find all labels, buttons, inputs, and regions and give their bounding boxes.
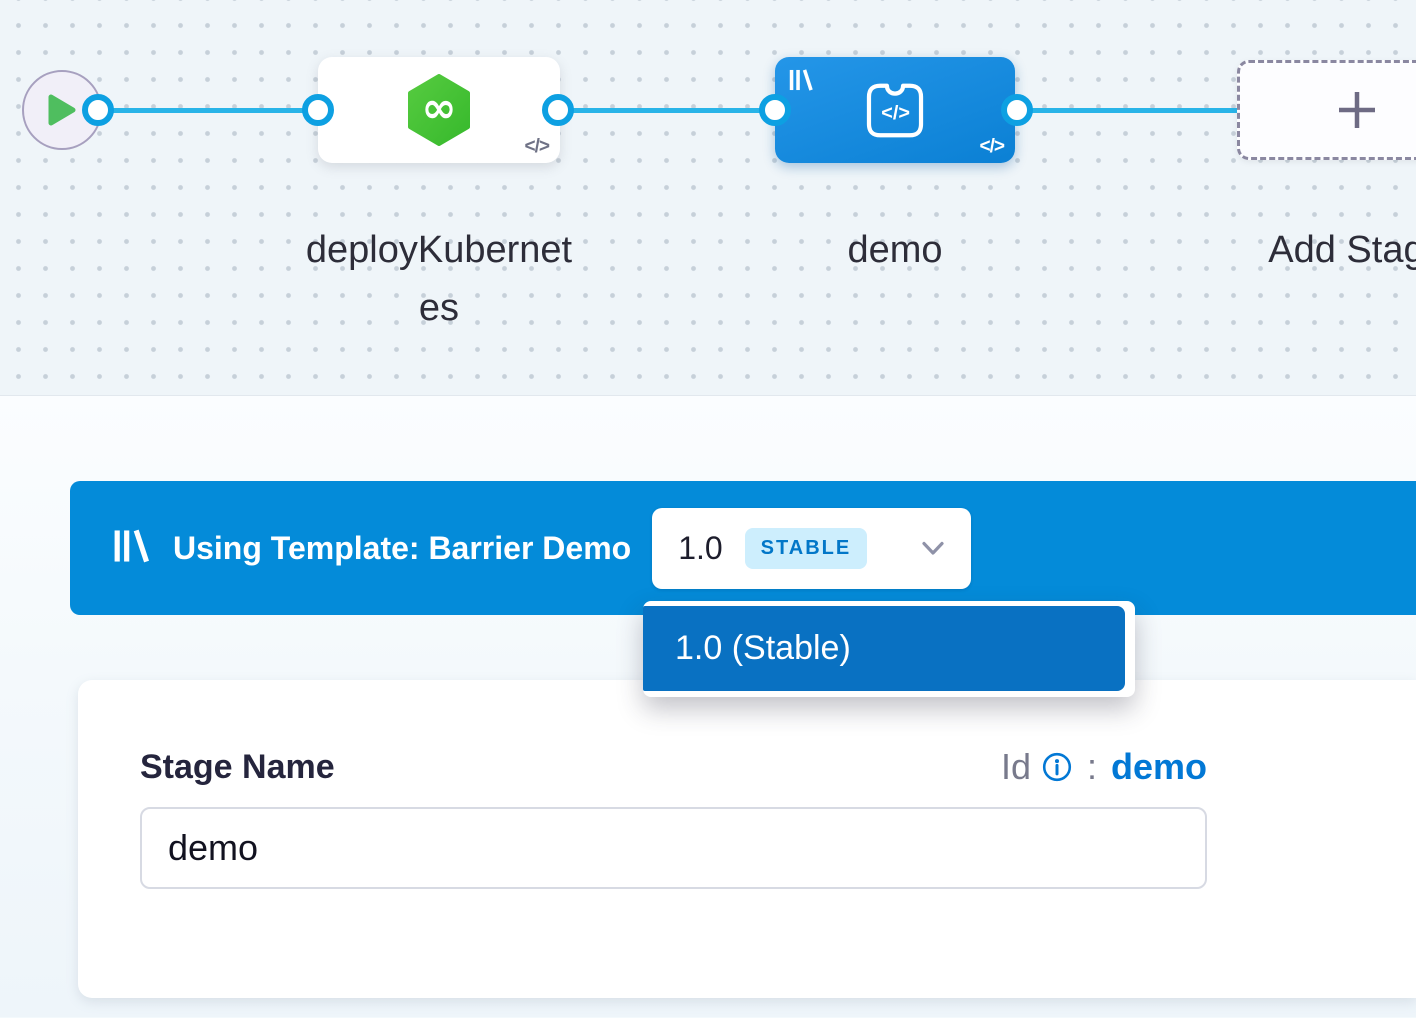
stage-node-deploykubernetes[interactable]: ∞ </> [318,57,560,163]
template-icon [112,526,150,571]
template-version: 1.0 [678,530,722,567]
add-stage-button[interactable] [1237,60,1416,160]
connector-port[interactable] [1001,94,1033,126]
id-label: Id [1001,746,1031,788]
svg-text:∞: ∞ [422,83,457,132]
add-stage-label: Add Stage [1237,221,1416,279]
code-icon: </> [980,136,1004,158]
stage-label-demo: demo [775,221,1015,279]
play-icon [48,94,76,126]
harness-deploy-icon: ∞ [406,74,472,146]
chevron-down-icon [921,541,945,556]
stage-node-demo[interactable]: </> </> [775,57,1015,163]
id-colon: : [1087,746,1097,788]
version-option-1-0-stable[interactable]: 1.0 (Stable) [643,606,1125,691]
template-icon [788,67,814,98]
stage-name-input[interactable] [140,807,1207,889]
using-template-banner: Using Template: Barrier Demo 1.0 STABLE [70,481,1416,615]
connector-edge [558,108,775,113]
stable-badge: STABLE [745,528,868,569]
stage-overview-card: Stage Name Id : demo [78,680,1416,998]
stage-details-panel: Using Template: Barrier Demo 1.0 STABLE … [0,396,1416,1017]
template-banner-title: Using Template: Barrier Demo [173,530,631,567]
stage-name-label: Stage Name [140,748,335,787]
template-version-selector[interactable]: 1.0 STABLE [652,508,971,589]
connector-edge [1017,108,1240,113]
version-dropdown-menu: 1.0 (Stable) [643,601,1135,697]
connector-port[interactable] [302,94,334,126]
info-icon[interactable] [1041,751,1073,783]
connector-port[interactable] [82,94,114,126]
stage-id-value: demo [1111,746,1207,788]
connector-port[interactable] [759,94,791,126]
connector-edge [98,108,318,113]
svg-text:</>: </> [881,102,910,124]
connector-port[interactable] [542,94,574,126]
stage-id-row: Id : demo [1001,746,1207,788]
code-icon: </> [525,136,549,158]
stage-label-deploykubernetes: deployKubernetes [299,221,579,337]
pipeline-canvas[interactable]: ∞ </> </> </> deployKubernetes demo A [0,0,1416,396]
plus-icon [1334,87,1380,133]
custom-stage-icon: </> [865,82,925,139]
